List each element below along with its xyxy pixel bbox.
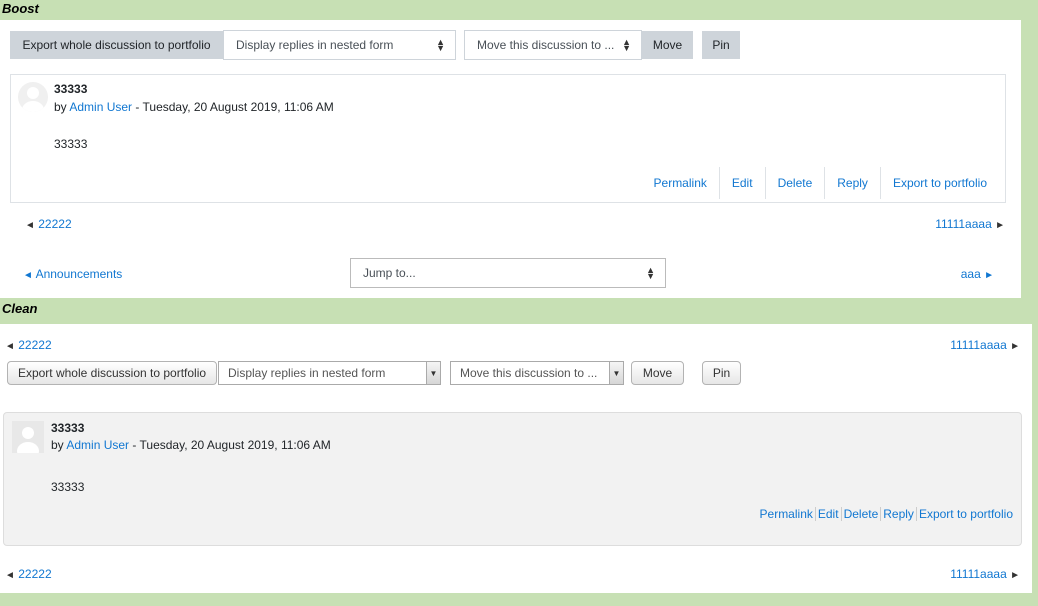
display-mode-value: Display replies in nested form bbox=[236, 38, 394, 52]
delete-link[interactable]: Delete bbox=[840, 507, 881, 521]
right-arrow-icon: ► bbox=[995, 220, 1005, 231]
display-mode-select[interactable]: Display replies in nested form ▼ bbox=[218, 361, 441, 385]
prev-discussion-label: 22222 bbox=[18, 567, 52, 581]
prev-activity-link[interactable]: ◄ Announcements bbox=[23, 267, 122, 281]
next-discussion-label: 11111aaaa bbox=[950, 567, 1007, 581]
prev-discussion-link-top[interactable]: ◄ 22222 bbox=[5, 338, 52, 352]
export-to-portfolio-link[interactable]: Export to portfolio bbox=[879, 167, 1005, 199]
export-discussion-button[interactable]: Export whole discussion to portfolio bbox=[10, 31, 223, 59]
pin-button[interactable]: Pin bbox=[702, 361, 741, 385]
forum-post: 33333 by Admin User - Tuesday, 20 August… bbox=[3, 412, 1022, 546]
post-subject: 33333 bbox=[54, 82, 88, 96]
move-button[interactable]: Move bbox=[642, 31, 693, 59]
boost-panel: Export whole discussion to portfolio Dis… bbox=[0, 20, 1021, 298]
select-caret-icon: ▲ ▼ bbox=[436, 37, 445, 53]
boost-theme-label: Boost bbox=[2, 1, 39, 16]
next-discussion-link-bottom[interactable]: 11111aaaa ► bbox=[950, 567, 1020, 581]
next-discussion-label: 11111aaaa bbox=[935, 217, 992, 231]
dropdown-caret-icon: ▼ bbox=[426, 362, 440, 384]
pin-button[interactable]: Pin bbox=[702, 31, 740, 59]
select-caret-icon: ▲ ▼ bbox=[622, 37, 631, 53]
user-avatar-icon[interactable] bbox=[12, 421, 44, 460]
prev-activity-label: Announcements bbox=[35, 267, 123, 281]
reply-link[interactable]: Reply bbox=[824, 167, 880, 199]
move-discussion-select[interactable]: Move this discussion to ... ▼ bbox=[450, 361, 624, 385]
post-content: 33333 bbox=[51, 480, 85, 494]
display-mode-select[interactable]: Display replies in nested form ▲ ▼ bbox=[223, 30, 456, 60]
post-byline: by Admin User - Tuesday, 20 August 2019,… bbox=[51, 438, 331, 452]
prev-discussion-label: 22222 bbox=[18, 338, 52, 352]
post-byline: by Admin User - Tuesday, 20 August 2019,… bbox=[54, 100, 334, 114]
dropdown-caret-icon: ▼ bbox=[609, 362, 623, 384]
move-discussion-value: Move this discussion to ... bbox=[460, 366, 598, 380]
post-author-link[interactable]: Admin User bbox=[69, 100, 132, 114]
post-author-link[interactable]: Admin User bbox=[66, 438, 129, 452]
move-discussion-select[interactable]: Move this discussion to ... ▲ ▼ bbox=[464, 30, 642, 60]
post-content: 33333 bbox=[54, 137, 88, 151]
prev-discussion-label: 22222 bbox=[38, 217, 72, 231]
post-subject: 33333 bbox=[51, 421, 85, 435]
forum-post: 33333 by Admin User - Tuesday, 20 August… bbox=[10, 74, 1006, 203]
permalink-link[interactable]: Permalink bbox=[642, 167, 719, 199]
move-discussion-value: Move this discussion to ... bbox=[477, 38, 615, 52]
reply-link[interactable]: Reply bbox=[880, 507, 916, 521]
right-arrow-icon: ► bbox=[984, 270, 994, 281]
clean-theme-label: Clean bbox=[2, 301, 38, 316]
next-discussion-label: 11111aaaa bbox=[950, 338, 1007, 352]
export-discussion-button[interactable]: Export whole discussion to portfolio bbox=[7, 361, 217, 385]
jump-to-value: Jump to... bbox=[363, 266, 416, 280]
post-date: - Tuesday, 20 August 2019, 11:06 AM bbox=[132, 438, 331, 452]
move-button[interactable]: Move bbox=[631, 361, 684, 385]
export-to-portfolio-link[interactable]: Export to portfolio bbox=[915, 507, 1015, 521]
user-avatar-icon[interactable] bbox=[18, 82, 48, 112]
delete-link[interactable]: Delete bbox=[764, 167, 825, 199]
permalink-link[interactable]: Permalink bbox=[758, 507, 815, 521]
left-arrow-icon: ◄ bbox=[5, 341, 15, 352]
post-commands: Permalink Edit Delete Reply Export to po… bbox=[758, 507, 1015, 521]
left-arrow-icon: ◄ bbox=[5, 570, 15, 581]
prev-discussion-link-bottom[interactable]: ◄ 22222 bbox=[5, 567, 52, 581]
byline-prefix: by bbox=[51, 438, 64, 452]
next-activity-label: aaa bbox=[960, 267, 981, 281]
post-date: - Tuesday, 20 August 2019, 11:06 AM bbox=[135, 100, 334, 114]
next-discussion-link[interactable]: 11111aaaa ► bbox=[935, 217, 1005, 231]
left-arrow-icon: ◄ bbox=[25, 220, 35, 231]
left-arrow-icon: ◄ bbox=[23, 270, 33, 281]
select-caret-icon: ▲ ▼ bbox=[646, 265, 655, 281]
jump-to-select[interactable]: Jump to... ▲ ▼ bbox=[350, 258, 666, 288]
display-mode-value: Display replies in nested form bbox=[228, 366, 386, 380]
post-commands: Permalink Edit Delete Reply Export to po… bbox=[642, 167, 1005, 199]
edit-link[interactable]: Edit bbox=[814, 507, 841, 521]
prev-discussion-link[interactable]: ◄ 22222 bbox=[25, 217, 72, 231]
byline-prefix: by bbox=[54, 100, 67, 114]
right-arrow-icon: ► bbox=[1010, 570, 1020, 581]
next-discussion-link-top[interactable]: 11111aaaa ► bbox=[950, 338, 1020, 352]
next-activity-link[interactable]: aaa ► bbox=[961, 267, 994, 281]
right-arrow-icon: ► bbox=[1010, 341, 1020, 352]
edit-link[interactable]: Edit bbox=[718, 167, 765, 199]
clean-panel: ◄ 22222 11111aaaa ► Export whole discuss… bbox=[0, 324, 1032, 593]
